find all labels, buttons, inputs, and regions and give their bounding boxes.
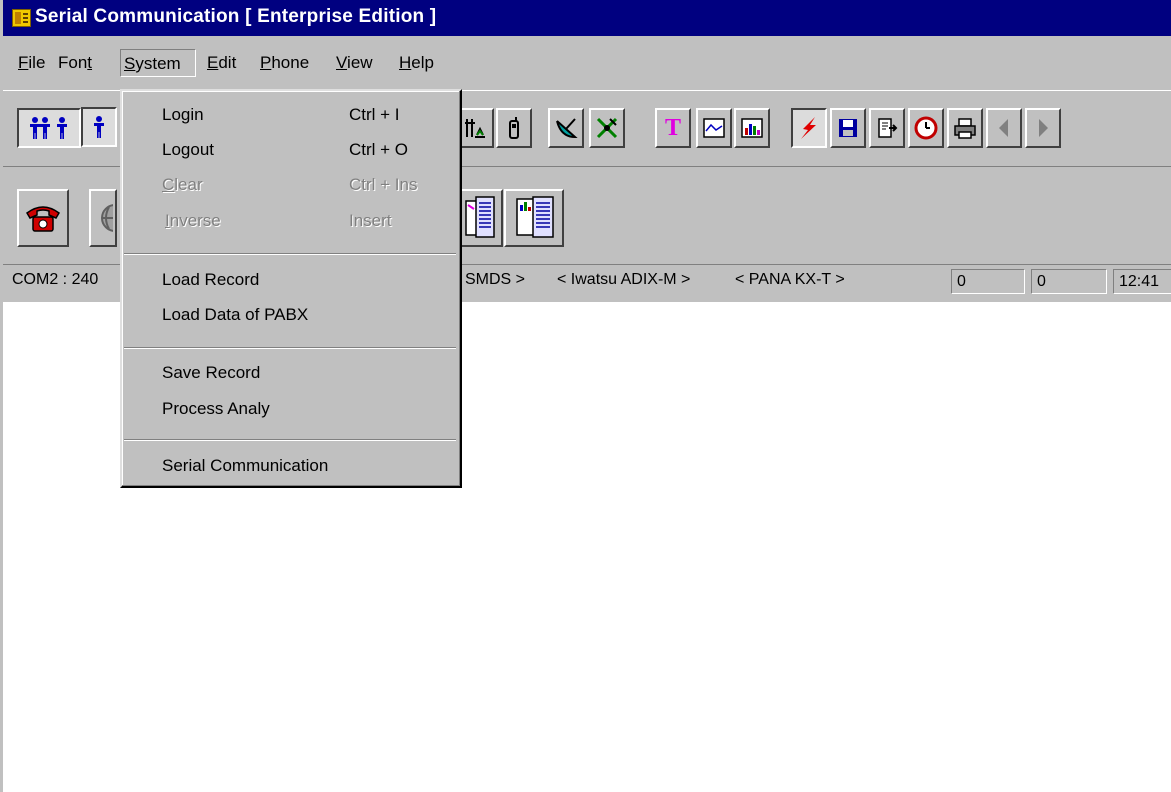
printer-icon[interactable] [947, 108, 983, 148]
menu-item-inverse[interactable]: Inverse Insert [122, 208, 460, 238]
menu-system[interactable]: System [120, 49, 196, 77]
menu-phone[interactable]: Phone [257, 49, 312, 77]
menu-font[interactable]: Font [55, 49, 95, 77]
menu-item-shortcut: Ctrl + O [349, 140, 409, 159]
menu-item-label: Clear [162, 175, 203, 194]
arrow-left-icon[interactable] [986, 108, 1022, 148]
telephone-icon[interactable] [17, 189, 69, 247]
menu-item-shortcut: Ctrl + Ins [349, 175, 418, 194]
menu-separator [124, 253, 456, 255]
menu-separator [124, 347, 456, 349]
text-icon[interactable]: T [655, 108, 691, 148]
lightning-icon[interactable] [791, 108, 827, 148]
menu-edit[interactable]: Edit [204, 49, 239, 77]
pabx-chart-icon[interactable] [504, 189, 564, 247]
menu-file[interactable]: File [15, 49, 48, 77]
arrow-right-icon[interactable] [1025, 108, 1061, 148]
status-smds: SMDS > [465, 271, 526, 288]
satellite-icon[interactable] [589, 108, 625, 148]
menu-item-login[interactable]: Login Ctrl + I [122, 102, 460, 132]
menu-item-clear[interactable]: Clear Ctrl + Ins [122, 172, 460, 202]
menu-separator [124, 439, 456, 441]
app-icon[interactable] [12, 9, 31, 27]
globe-icon[interactable] [89, 189, 117, 247]
satellite-dish-icon[interactable] [548, 108, 584, 148]
menu-help[interactable]: Help [396, 49, 437, 77]
menu-item-serial-communication[interactable]: Serial Communication [122, 453, 460, 483]
menu-view[interactable]: View [333, 49, 376, 77]
menu-item-shortcut: Ctrl + I [349, 105, 400, 124]
menu-item-label: Login [162, 105, 204, 124]
app-window: Serial Communication [ Enterprise Editio… [0, 0, 1171, 792]
menu-item-label: Logout [162, 140, 215, 159]
menu-item-logout[interactable]: Logout Ctrl + O [122, 137, 460, 167]
status-port: COM2 : 240 [12, 271, 99, 288]
menu-item-label: Process Analy [162, 399, 270, 418]
status-field-1: 0 [951, 269, 1025, 294]
export-icon[interactable] [869, 108, 905, 148]
bar-chart-icon[interactable] [734, 108, 770, 148]
status-pana: < PANA KX-T > [735, 271, 845, 288]
menu-item-label: Load Record [162, 270, 260, 289]
network-graph-icon[interactable] [458, 108, 494, 148]
status-field-2: 0 [1031, 269, 1107, 294]
menu-item-label: Inverse [165, 211, 221, 230]
menu-item-load-data-of-pabx[interactable]: Load Data of PABX [122, 302, 460, 332]
menu-item-label: Load Data of PABX [162, 305, 309, 324]
clock-icon[interactable] [908, 108, 944, 148]
menu-item-label: Save Record [162, 363, 261, 382]
users-icon[interactable] [17, 108, 81, 148]
menu-item-load-record[interactable]: Load Record [122, 267, 460, 297]
menu-item-process-analy[interactable]: Process Analy [122, 396, 460, 426]
line-chart-icon[interactable] [696, 108, 732, 148]
menu-item-shortcut: Insert [349, 211, 392, 230]
menu-item-label: Serial Communication [162, 456, 329, 475]
system-menu-dropdown: Login Ctrl + I Logout Ctrl + O Clear Ctr… [120, 89, 462, 488]
menu-bar: File Font System Edit Phone View Help [3, 49, 1171, 90]
save-icon[interactable] [830, 108, 866, 148]
title-bar[interactable]: Serial Communication [ Enterprise Editio… [3, 0, 1171, 36]
status-time: 12:41 [1113, 269, 1171, 294]
window-title: Serial Communication [ Enterprise Editio… [35, 6, 437, 27]
menu-item-save-record[interactable]: Save Record [122, 360, 460, 390]
pabx-report-icon[interactable] [457, 189, 503, 247]
mobile-phone-icon[interactable] [496, 108, 532, 148]
status-iwatsu: < Iwatsu ADIX-M > [557, 271, 691, 288]
user-icon[interactable] [81, 107, 117, 147]
